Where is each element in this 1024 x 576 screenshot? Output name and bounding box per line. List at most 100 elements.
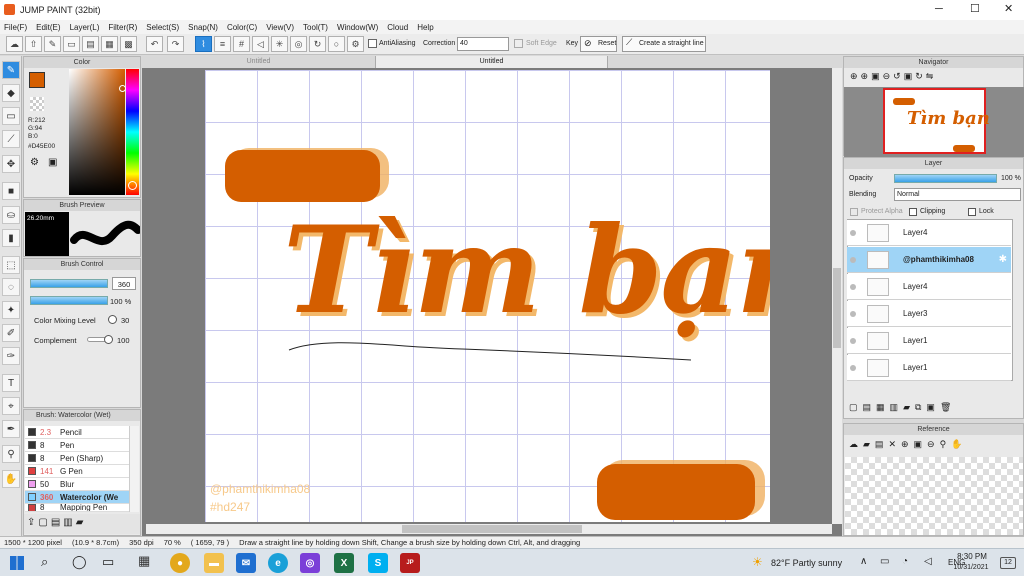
new-folder-icon[interactable]: ▦ — [876, 402, 885, 416]
zoom-in-2-icon[interactable]: ⊕ — [861, 71, 869, 85]
flip-icon[interactable]: ⇋ — [926, 71, 934, 85]
ref-hand-icon[interactable]: ✋ — [951, 439, 962, 453]
menu-select[interactable]: Select(S) — [146, 23, 179, 32]
clock-date[interactable]: 10/31/2021 — [946, 564, 996, 571]
menu-help[interactable]: Help — [417, 23, 433, 32]
folder-icon[interactable]: ▰ — [903, 402, 910, 416]
tray-network-icon[interactable]: ▭ — [880, 556, 889, 567]
brush-copy-icon[interactable]: ▤ — [51, 517, 60, 531]
protect-alpha-checkbox[interactable] — [850, 208, 858, 216]
text-tool-icon[interactable]: T — [2, 374, 20, 392]
visibility-icon[interactable] — [850, 283, 856, 290]
snap-grid-icon[interactable]: # — [233, 36, 250, 52]
select-rect-tool-icon[interactable]: ⬚ — [2, 256, 20, 274]
menu-cloud[interactable]: Cloud — [387, 23, 408, 32]
open-icon[interactable]: ⇧ — [25, 36, 42, 52]
widgets-icon[interactable]: ▭ — [102, 554, 114, 570]
redo-icon[interactable]: ↷ — [167, 36, 184, 52]
search-icon[interactable]: ⌕ — [41, 554, 48, 570]
merge-layer-icon[interactable]: ▣ — [926, 402, 935, 416]
straight-line-button[interactable]: Create a straight line — [622, 36, 706, 52]
antialias-checkbox[interactable] — [368, 39, 377, 48]
rect-tool-icon[interactable]: ▭ — [2, 107, 20, 125]
menu-filter[interactable]: Filter(R) — [108, 23, 137, 32]
explorer-icon[interactable]: ▬ — [204, 553, 224, 573]
brush-item-pen[interactable]: 8 Pen — [25, 439, 129, 452]
wifi-icon[interactable]: ◔ — [902, 556, 908, 567]
clipping-checkbox[interactable] — [909, 208, 917, 216]
chat-icon[interactable]: ▭ — [63, 36, 80, 52]
delete-layer-icon[interactable]: 🗑 — [940, 402, 951, 416]
snap-vanish-icon[interactable]: ◁ — [252, 36, 269, 52]
horizontal-scroll-thumb[interactable] — [402, 525, 582, 533]
brush-item-watercolor-wet[interactable]: 360 Watercolor (We — [25, 491, 129, 504]
maximize-icon[interactable]: ☐ — [970, 2, 980, 15]
comment-icon[interactable]: ✎ — [44, 36, 61, 52]
clock-time[interactable]: 8:30 PM — [952, 552, 992, 561]
line-tool-icon[interactable]: ⟋ — [2, 130, 20, 148]
visibility-icon[interactable] — [850, 256, 856, 263]
undo-icon[interactable]: ↶ — [146, 36, 163, 52]
zoom-in-icon[interactable]: ⊕ — [850, 71, 858, 85]
ref-fit-icon[interactable]: ▣ — [914, 439, 923, 453]
new-layer-2-icon[interactable]: ▤ — [863, 402, 872, 416]
layer-opacity-slider[interactable] — [894, 174, 997, 183]
complement-slider-knob[interactable] — [104, 335, 113, 344]
menu-file[interactable]: File(F) — [4, 23, 27, 32]
ref-zoom-out-icon[interactable]: ⊖ — [927, 439, 935, 453]
hue-cursor[interactable] — [128, 181, 137, 190]
jump-paint-taskbar-icon[interactable]: JP — [400, 553, 420, 573]
mail-icon[interactable]: ✉ — [236, 553, 256, 573]
navigator-preview[interactable]: Tìm bạn — [844, 87, 1024, 157]
rotate-left-icon[interactable]: ↺ — [893, 71, 901, 85]
hue-slider[interactable] — [126, 69, 139, 195]
reset-view-icon[interactable]: ▣ — [904, 71, 913, 85]
brush-item-blur[interactable]: 50 Blur — [25, 478, 129, 491]
menu-window[interactable]: Window(W) — [337, 23, 378, 32]
operation-tool-icon[interactable]: ⌖ — [2, 397, 20, 415]
menu-color[interactable]: Color(C) — [227, 23, 257, 32]
brush-tool-icon[interactable]: ✎ — [2, 61, 20, 79]
brush-item-g-pen[interactable]: 141 G Pen — [25, 465, 129, 478]
ref-save-icon[interactable]: ▤ — [875, 439, 884, 453]
layer-row[interactable]: Layer1 — [847, 328, 1011, 354]
minimize-icon[interactable]: ─ — [935, 3, 943, 15]
select-eraser-tool-icon[interactable]: ✑ — [2, 347, 20, 365]
vertical-scroll-thumb[interactable] — [833, 268, 841, 348]
transparent-swatch[interactable] — [30, 97, 44, 111]
brush-list-scrollbar[interactable] — [129, 426, 139, 512]
gradient-tool-icon[interactable]: ▮ — [2, 229, 20, 247]
vertical-scrollbar[interactable] — [832, 68, 842, 524]
rotate-right-icon[interactable]: ↻ — [915, 71, 923, 85]
snap-curve-icon[interactable]: ↻ — [309, 36, 326, 52]
brush-opacity-slider[interactable] — [30, 296, 108, 305]
snap-ellipse-icon[interactable]: ○ — [328, 36, 345, 52]
navigator-viewport[interactable]: Tìm bạn — [883, 88, 990, 154]
visibility-icon[interactable] — [850, 337, 856, 344]
layer-row[interactable]: Layer4 — [847, 274, 1011, 300]
brush-folder-icon[interactable]: ▰ — [76, 517, 84, 531]
visibility-icon[interactable] — [850, 310, 856, 317]
soft-edge-checkbox[interactable] — [514, 39, 523, 48]
duplicate-layer-icon[interactable]: ⧉ — [915, 402, 921, 416]
brush-new-icon[interactable]: ▢ — [38, 517, 47, 531]
excel-icon[interactable]: X — [334, 553, 354, 573]
new-layer-icon[interactable]: ▢ — [849, 402, 858, 416]
magic-wand-tool-icon[interactable]: ✦ — [2, 301, 20, 319]
volume-icon[interactable]: ◁ — [924, 556, 932, 567]
ref-open-icon[interactable]: ▰ — [863, 439, 870, 453]
sv-cursor[interactable] — [119, 85, 126, 92]
tray-chevron-icon[interactable]: ∧ — [860, 556, 867, 567]
hand-tool-icon[interactable]: ✋ — [2, 470, 20, 488]
visibility-icon[interactable] — [850, 364, 856, 371]
layer-settings-icon[interactable]: ✱ — [999, 254, 1007, 265]
brush-item-pencil[interactable]: 2.3 Pencil — [25, 426, 129, 439]
page-icon[interactable]: ▤ — [82, 36, 99, 52]
snap-circle-icon[interactable]: ◎ — [290, 36, 307, 52]
pen-tool-icon[interactable]: ✒ — [2, 420, 20, 438]
cloud-icon[interactable]: ☁ — [6, 36, 23, 52]
ref-zoom-in-icon[interactable]: ⊕ — [901, 439, 909, 453]
brush-settings-icon[interactable]: ▥ — [63, 517, 72, 531]
ref-eyedropper-icon[interactable]: ⚲ — [940, 439, 947, 453]
pages-icon[interactable]: ▦ — [101, 36, 118, 52]
